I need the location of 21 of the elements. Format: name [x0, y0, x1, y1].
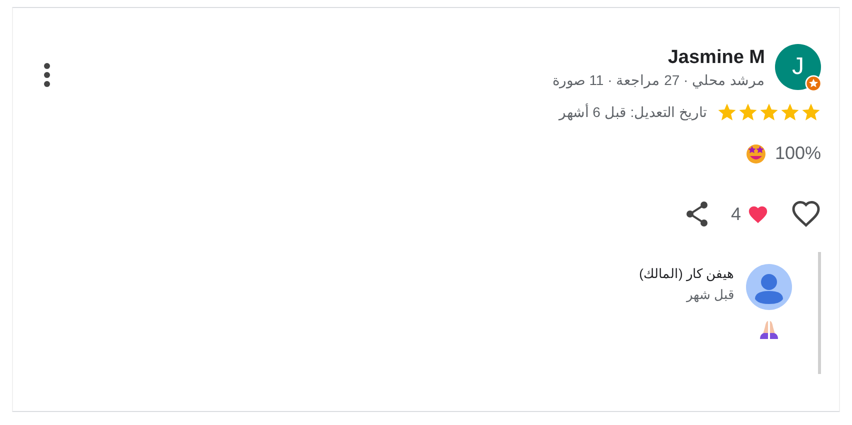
score-text: 100%	[774, 142, 821, 164]
like-button[interactable]	[791, 200, 821, 228]
star-icon	[759, 102, 779, 122]
star-icon	[717, 102, 737, 122]
owner-avatar-icon	[746, 264, 792, 310]
reviewer-meta: مرشد محلي · 27 مراجعة · 11 صورة	[552, 72, 765, 88]
share-button[interactable]	[684, 201, 709, 227]
heart-icon	[747, 204, 769, 224]
reviewer-name[interactable]: Jasmine M	[552, 46, 765, 68]
star-icon	[801, 102, 821, 122]
edit-date: تاريخ التعديل: قبل 6 أشهر	[558, 104, 707, 120]
star-icon	[738, 102, 758, 122]
more-options-button[interactable]	[43, 62, 51, 88]
reply-time: قبل شهر	[685, 287, 734, 302]
star-icon	[780, 102, 800, 122]
star-badge-icon	[805, 75, 822, 92]
like-count: 4	[730, 204, 741, 224]
owner-name: هيفن كار (المالك)	[639, 266, 734, 281]
star-struck-emoji-icon	[744, 142, 767, 164]
user-avatar[interactable]: J	[775, 44, 821, 90]
praying-hands-icon	[758, 320, 780, 340]
